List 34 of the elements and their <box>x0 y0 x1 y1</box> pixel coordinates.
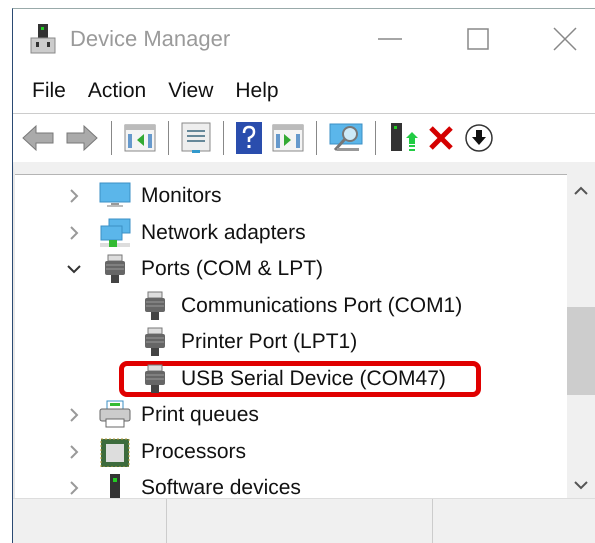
scrollbar[interactable] <box>567 174 595 498</box>
category-item[interactable]: Processors <box>141 440 246 464</box>
category-item[interactable]: Ports (COM & LPT) <box>141 257 324 282</box>
properties-icon[interactable] <box>181 122 211 154</box>
chip-icon <box>99 436 131 467</box>
network-icon <box>99 218 131 248</box>
window-title: Device Manager <box>70 26 230 52</box>
update-driver-icon[interactable] <box>388 122 418 154</box>
category-item[interactable]: Network adapters <box>141 220 306 245</box>
panel-icon[interactable] <box>272 124 304 152</box>
scan-monitor-icon[interactable] <box>329 123 363 153</box>
scroll-thumb[interactable] <box>567 307 595 395</box>
device-item[interactable]: Communications Port (COM1) <box>181 294 462 318</box>
download-icon[interactable] <box>464 123 494 153</box>
scroll-down-icon[interactable] <box>574 481 588 490</box>
help-icon[interactable] <box>236 122 262 154</box>
category-item[interactable]: Software devices <box>141 476 301 500</box>
category-item[interactable]: Monitors <box>141 184 222 208</box>
forward-arrow-icon[interactable] <box>65 124 99 152</box>
close-icon[interactable] <box>553 27 577 51</box>
device-item[interactable]: Printer Port (LPT1) <box>181 330 358 354</box>
scroll-up-icon[interactable] <box>574 186 588 195</box>
printer-icon <box>99 400 131 430</box>
menu-item[interactable]: File <box>32 77 66 105</box>
delete-icon[interactable] <box>428 125 454 151</box>
device-item[interactable]: USB Serial Device (COM47) <box>181 366 446 391</box>
device-icon <box>30 24 56 54</box>
menu-item[interactable]: View <box>168 77 214 105</box>
menu-item[interactable]: Help <box>235 77 279 105</box>
category-item[interactable]: Print queues <box>141 403 259 428</box>
maximize-icon[interactable] <box>467 28 489 50</box>
back-arrow-icon[interactable] <box>21 124 55 152</box>
menu-item[interactable]: Action <box>88 77 146 105</box>
panel-icon[interactable] <box>124 124 156 152</box>
